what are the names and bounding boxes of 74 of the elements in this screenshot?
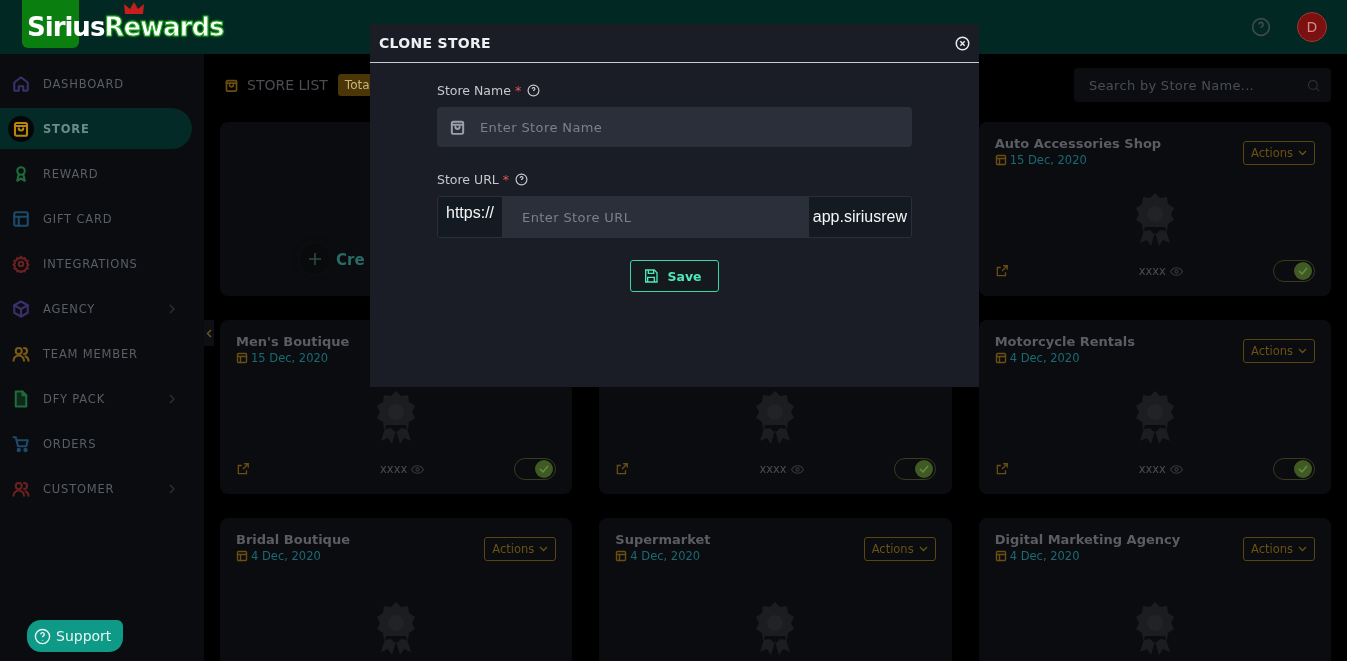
store-name: Auto Accessories Shop [994, 136, 1163, 151]
actions-dropdown[interactable]: Actions [1243, 537, 1315, 561]
store-name: Men's Boutique [236, 334, 351, 349]
field-label: Store Name [437, 82, 511, 98]
store-date: 4 Dec, 2020 [251, 549, 321, 563]
logo[interactable]: SiriusRewards [22, 0, 224, 48]
store-code: xxxx [759, 462, 787, 476]
field-label: Store URL [437, 171, 499, 187]
nav-item[interactable]: ORDERS [0, 423, 192, 464]
store-name: Supermarket [615, 532, 712, 547]
nav-item[interactable]: DASHBOARD [0, 63, 192, 104]
text-input[interactable]: Enter Store Name [478, 118, 900, 136]
store-date: 15 Dec, 2020 [1009, 153, 1087, 167]
user-avatar[interactable]: D [1297, 12, 1327, 42]
save-button[interactable]: Save [630, 260, 719, 292]
chevron-down-icon [1298, 348, 1307, 354]
store-date: 15 Dec, 2020 [251, 351, 329, 365]
crown-icon [123, 1, 145, 15]
shopping-bag-icon [449, 118, 466, 136]
check-icon [917, 463, 930, 475]
eye-icon[interactable] [1169, 264, 1183, 278]
logo-text: Rewards [104, 14, 224, 40]
nav-item[interactable]: TEAM MEMBER [0, 333, 192, 374]
help-icon [34, 627, 51, 645]
actions-dropdown[interactable]: Actions [1243, 339, 1315, 363]
nav-item[interactable]: INTEGRATIONS [0, 243, 192, 284]
chevron-down-icon [918, 546, 928, 552]
nav-item[interactable]: STORE [0, 108, 192, 149]
dialog-title: CLONE STORE [379, 35, 492, 51]
actions-dropdown[interactable]: Actions [484, 537, 557, 561]
store-code: xxxx [380, 462, 408, 476]
store-name: Motorcycle Rentals [994, 334, 1137, 349]
chevron-down-icon [1298, 150, 1307, 156]
eye-icon[interactable] [790, 462, 804, 476]
store-date: 4 Dec, 2020 [1009, 351, 1080, 365]
create-store-label: Cre [336, 250, 365, 271]
shopping-bag-icon [224, 77, 239, 93]
chevron-down-icon [1298, 546, 1307, 552]
check-icon [1297, 463, 1309, 475]
store-name-field[interactable]: Enter Store Name [437, 107, 912, 147]
external-link-icon[interactable] [994, 264, 1009, 278]
external-link-icon[interactable] [236, 462, 250, 476]
store-date: 4 Dec, 2020 [1009, 549, 1080, 563]
nav-item[interactable]: REWARD [0, 153, 192, 194]
chevron-left-icon [206, 328, 212, 338]
store-name: Bridal Boutique [236, 532, 351, 547]
actions-dropdown[interactable]: Actions [863, 537, 936, 561]
store-name: Digital Marketing Agency [994, 532, 1182, 547]
required-mark: * [514, 82, 522, 98]
external-link-icon[interactable] [994, 462, 1009, 476]
store-code: xxxx [1138, 264, 1166, 278]
eye-icon[interactable] [411, 462, 425, 476]
required-mark: * [502, 171, 510, 187]
eye-icon[interactable] [1169, 462, 1183, 476]
nav-item[interactable]: DFY PACK [0, 378, 192, 419]
nav-item[interactable]: CUSTOMER [0, 468, 192, 509]
collapse-handle[interactable] [204, 320, 214, 346]
actions-dropdown[interactable]: Actions [1243, 141, 1315, 165]
support-button[interactable]: Support [27, 620, 124, 652]
page-title: STORE LIST [247, 77, 328, 93]
external-link-icon[interactable] [615, 462, 630, 476]
chevron-down-icon [539, 546, 549, 552]
close-button[interactable] [955, 35, 970, 51]
check-icon [1297, 265, 1309, 277]
search-input[interactable]: Search by Store Name... [1087, 76, 1306, 94]
check-icon [538, 463, 551, 475]
store-code: xxxx [1138, 462, 1166, 476]
nav-item[interactable]: GIFT CARD [0, 198, 192, 239]
store-date: 4 Dec, 2020 [630, 549, 701, 563]
logo-text: Sirius [26, 14, 105, 40]
nav-item[interactable]: AGENCY [0, 288, 192, 329]
close-icon [955, 35, 970, 51]
search-field[interactable]: Search by Store Name... [1074, 68, 1331, 102]
search-icon [1306, 77, 1321, 93]
